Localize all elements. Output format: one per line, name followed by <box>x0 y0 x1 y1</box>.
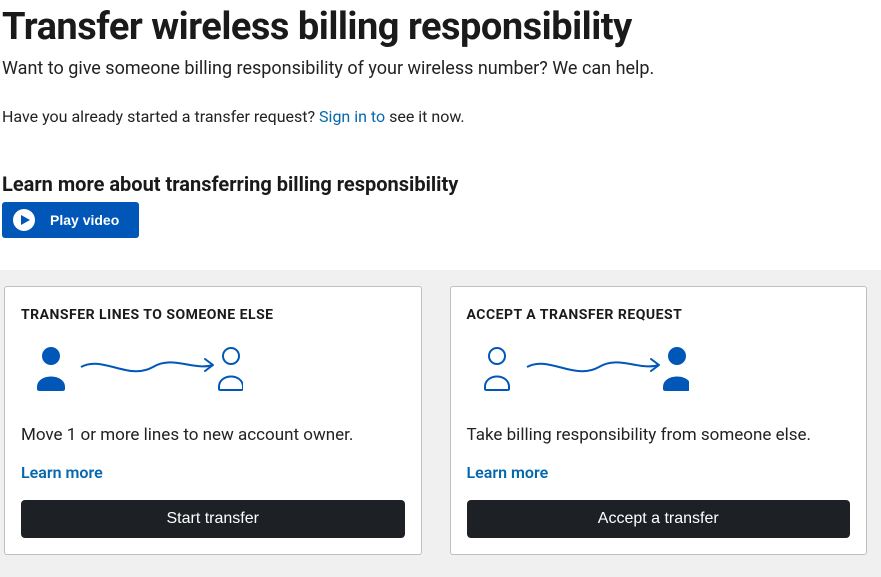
start-transfer-button[interactable]: Start transfer <box>21 500 405 538</box>
transfer-card-title: TRANSFER LINES TO SOMEONE ELSE <box>21 307 405 323</box>
transfer-learn-more-link[interactable]: Learn more <box>21 463 405 482</box>
accept-graphic <box>467 345 851 391</box>
existing-request-line: Have you already started a transfer requ… <box>2 107 881 126</box>
accept-card-desc: Take billing responsibility from someone… <box>467 425 851 445</box>
play-video-button[interactable]: Play video <box>2 202 139 238</box>
video-section-heading: Learn more about transferring billing re… <box>2 172 881 196</box>
existing-suffix: see it now. <box>385 107 465 126</box>
play-icon <box>12 208 36 232</box>
accept-card: ACCEPT A TRANSFER REQUEST <box>450 286 868 555</box>
accept-card-title: ACCEPT A TRANSFER REQUEST <box>467 307 851 323</box>
transfer-graphic <box>21 345 405 391</box>
transfer-card-desc: Move 1 or more lines to new account owne… <box>21 425 405 445</box>
sign-in-link[interactable]: Sign in to <box>319 107 385 126</box>
accept-learn-more-link[interactable]: Learn more <box>467 463 851 482</box>
cards-region: TRANSFER LINES TO SOMEONE ELSE <box>0 270 881 577</box>
page-title: Transfer wireless billing responsibility <box>2 6 881 50</box>
transfer-card: TRANSFER LINES TO SOMEONE ELSE <box>4 286 422 555</box>
play-video-label: Play video <box>50 212 119 228</box>
page-subhead: Want to give someone billing responsibil… <box>2 58 881 79</box>
existing-prefix: Have you already started a transfer requ… <box>2 107 319 126</box>
accept-transfer-button[interactable]: Accept a transfer <box>467 500 851 538</box>
